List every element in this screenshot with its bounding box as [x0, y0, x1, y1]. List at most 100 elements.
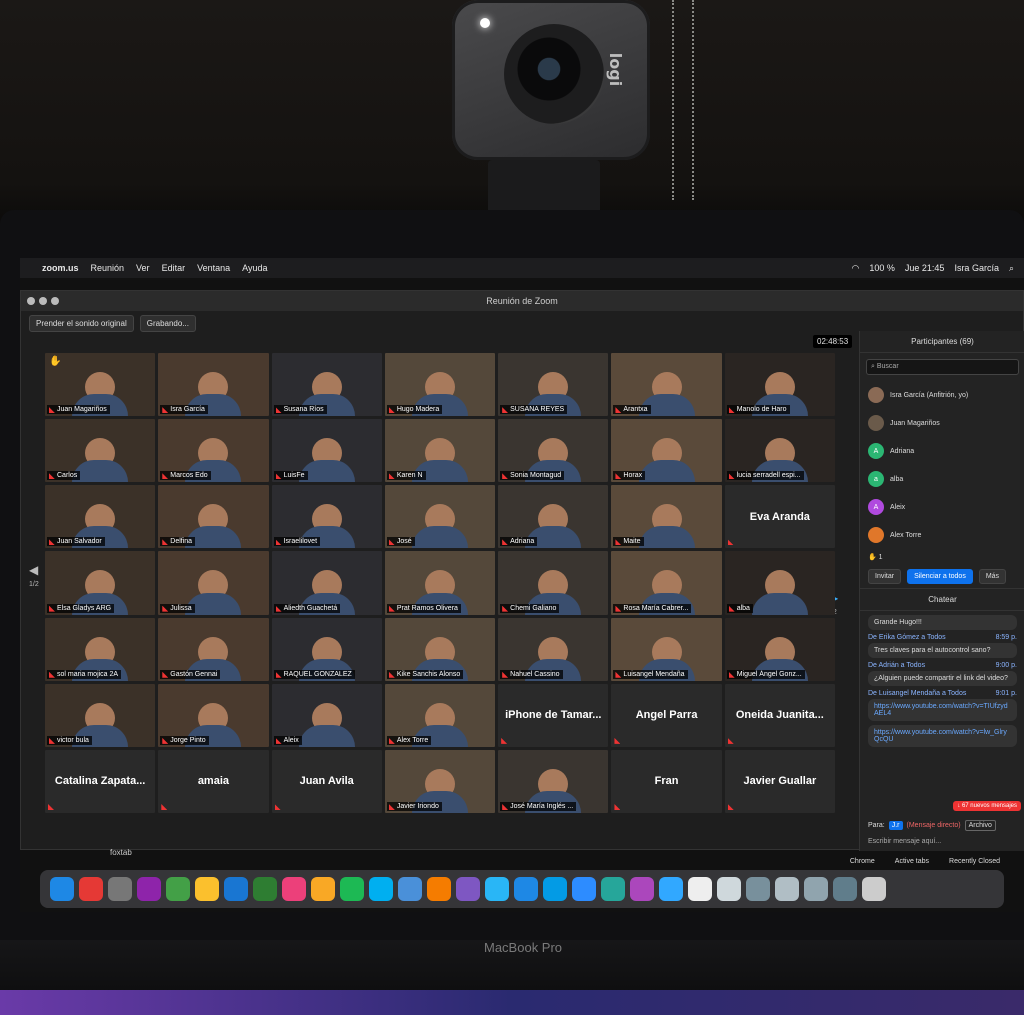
video-tile[interactable]: Jorge Pinto — [158, 683, 269, 747]
chrome-label[interactable]: Chrome — [850, 858, 875, 865]
video-tile[interactable]: Arantxa — [611, 353, 722, 417]
dock-app-icon[interactable] — [717, 877, 741, 901]
participant-row[interactable]: Isra García (Anfitrión, yo) — [860, 381, 1024, 409]
video-tile[interactable]: Gastón Gennai — [158, 617, 269, 681]
video-tile[interactable]: victor bula — [45, 683, 156, 747]
video-tile[interactable]: José — [384, 485, 496, 549]
video-tile[interactable]: Manolo de Haro — [724, 353, 835, 417]
video-tile[interactable]: lucia serradell espi... — [724, 419, 835, 483]
participant-row[interactable]: A Adriana — [860, 437, 1024, 465]
dock-app-icon[interactable] — [572, 877, 596, 901]
dock-app-icon[interactable] — [282, 877, 306, 901]
dock-app-icon[interactable] — [456, 877, 480, 901]
video-tile[interactable]: Javier Iriondo — [384, 749, 496, 813]
participant-row[interactable]: Juan Magariños — [860, 409, 1024, 437]
chat-bubble[interactable]: https://www.youtube.com/watch?v=lw_GlryQ… — [868, 725, 1017, 747]
video-tile[interactable]: Julissa — [158, 551, 269, 615]
battery-label[interactable]: 100 % — [869, 263, 895, 273]
video-tile[interactable]: Javier Guallar — [724, 749, 835, 813]
dock-app-icon[interactable] — [543, 877, 567, 901]
dock-app-icon[interactable] — [253, 877, 277, 901]
video-tile[interactable]: Adriana — [498, 485, 609, 549]
video-tile[interactable]: Eva Aranda — [724, 485, 835, 549]
search-icon[interactable]: ⌕ — [1009, 263, 1014, 274]
more-button[interactable]: Más — [978, 569, 1007, 584]
video-tile[interactable]: Juan Magariños ✋ — [45, 353, 156, 417]
video-tile[interactable]: SUSANA REYES — [498, 353, 609, 417]
clock[interactable]: Jue 21:45 — [905, 263, 945, 273]
dock-app-icon[interactable] — [746, 877, 770, 901]
dock-app-icon[interactable] — [340, 877, 364, 901]
menubar-user[interactable]: Isra García — [954, 263, 999, 273]
video-tile[interactable]: Maite — [611, 485, 722, 549]
dock-app-icon[interactable] — [775, 877, 799, 901]
menu-item-ver[interactable]: Ver — [136, 263, 150, 273]
video-tile[interactable]: amaia — [158, 749, 269, 813]
close-button[interactable] — [27, 297, 35, 305]
dock-app-icon[interactable] — [50, 877, 74, 901]
video-tile[interactable]: José María Inglés ... — [498, 749, 609, 813]
menu-item-ventana[interactable]: Ventana — [197, 263, 230, 273]
video-tile[interactable]: Karen N — [384, 419, 496, 483]
video-tile[interactable]: Rosa María Cabrer... — [611, 551, 722, 615]
original-sound-button[interactable]: Prender el sonido original — [29, 315, 134, 332]
recording-indicator[interactable]: Grabando... — [139, 315, 196, 332]
dock-app-icon[interactable] — [311, 877, 335, 901]
video-tile[interactable]: Kike Sanchis Alonso — [384, 617, 496, 681]
recipient-select[interactable]: J.r — [888, 821, 903, 830]
dock-app-icon[interactable] — [79, 877, 103, 901]
video-tile[interactable]: Alex Torre — [384, 683, 496, 747]
video-tile[interactable]: Sonia Montagud — [498, 419, 609, 483]
new-messages-badge[interactable]: ↓ 67 nuevos mensajes — [953, 801, 1021, 811]
video-tile[interactable]: Oneida Juanita... — [724, 683, 835, 747]
chat-input[interactable]: Escribir mensaje aquí... — [868, 838, 941, 845]
participants-search[interactable]: ⌕ Buscar — [866, 359, 1019, 375]
video-tile[interactable]: Delfina — [158, 485, 269, 549]
minimize-button[interactable] — [39, 297, 47, 305]
video-tile[interactable]: LuisFe — [271, 419, 382, 483]
video-tile[interactable]: Fran — [611, 749, 722, 813]
dock-app-icon[interactable] — [630, 877, 654, 901]
video-tile[interactable]: RAQUEL GONZALEZ — [271, 617, 382, 681]
dock-app-icon[interactable] — [166, 877, 190, 901]
dock-app-icon[interactable] — [804, 877, 828, 901]
dock-app-icon[interactable] — [688, 877, 712, 901]
video-tile[interactable]: Isra García — [158, 353, 269, 417]
dock-app-icon[interactable] — [398, 877, 422, 901]
active-tabs-label[interactable]: Active tabs — [895, 858, 929, 865]
video-tile[interactable]: Juan Avila — [271, 749, 382, 813]
chat-bubble[interactable]: https://www.youtube.com/watch?v=TIUfzydA… — [868, 699, 1017, 721]
menu-item-editar[interactable]: Editar — [162, 263, 186, 273]
video-tile[interactable]: Angel Parra — [611, 683, 722, 747]
dock-app-icon[interactable] — [862, 877, 886, 901]
participant-row[interactable]: Alex Torre — [860, 521, 1024, 549]
video-tile[interactable]: Chemi Galiano — [498, 551, 609, 615]
recently-closed-label[interactable]: Recently Closed — [949, 858, 1000, 865]
dock-app-icon[interactable] — [833, 877, 857, 901]
video-tile[interactable]: Nahuel Cassino — [498, 617, 609, 681]
participant-row[interactable]: a alba — [860, 465, 1024, 493]
video-tile[interactable]: Catalina Zapata... — [45, 749, 156, 813]
video-tile[interactable]: Carlos — [45, 419, 156, 483]
dock-app-icon[interactable] — [514, 877, 538, 901]
video-tile[interactable]: Hugo Madera — [384, 353, 496, 417]
video-tile[interactable]: iPhone de Tamar... — [498, 683, 609, 747]
dock-app-icon[interactable] — [137, 877, 161, 901]
dock-app-icon[interactable] — [485, 877, 509, 901]
dock-app-icon[interactable] — [108, 877, 132, 901]
video-tile[interactable]: Elsa Gladys ARG — [45, 551, 156, 615]
menu-item-ayuda[interactable]: Ayuda — [242, 263, 267, 273]
invite-button[interactable]: Invitar — [868, 569, 902, 584]
dock-app-icon[interactable] — [427, 877, 451, 901]
video-tile[interactable]: sol maria mojica 2A — [45, 617, 156, 681]
participant-row[interactable]: A Aleix — [860, 493, 1024, 521]
video-tile[interactable]: Horax — [611, 419, 722, 483]
page-left-arrow[interactable]: ◀ — [29, 563, 38, 577]
video-tile[interactable]: alba — [724, 551, 835, 615]
menu-item-reunion[interactable]: Reunión — [91, 263, 125, 273]
video-tile[interactable]: Marcos Edo — [158, 419, 269, 483]
file-button[interactable]: Archivo — [964, 820, 996, 831]
video-tile[interactable]: Aleix — [271, 683, 382, 747]
dock-app-icon[interactable] — [195, 877, 219, 901]
dock-app-icon[interactable] — [369, 877, 393, 901]
